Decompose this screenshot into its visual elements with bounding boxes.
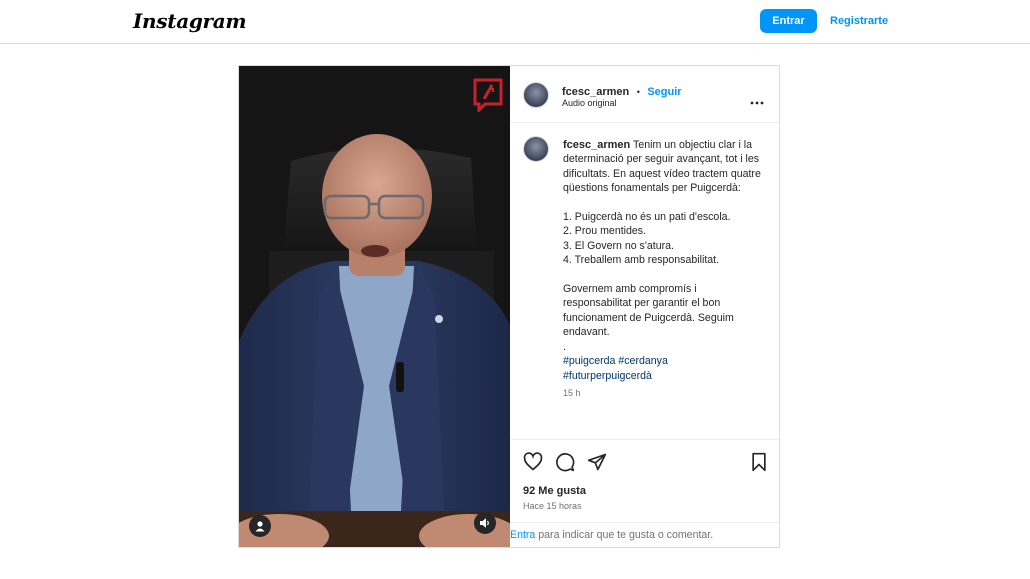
- channel-badge-icon: [473, 78, 503, 114]
- header-divider: [510, 122, 779, 123]
- login-prompt-text: para indicar que te gusta o comentar.: [535, 529, 714, 541]
- save-icon[interactable]: [750, 452, 768, 472]
- caption-point: 2. Prou mentides.: [563, 225, 647, 238]
- caption-dot: .: [563, 340, 566, 353]
- hashtag-link[interactable]: #futurperpuigcerdà: [563, 369, 763, 383]
- avatar[interactable]: [523, 82, 549, 108]
- top-bar: Instagram Entrar Registrarte: [0, 0, 1030, 44]
- post-caption: fcesc_armen Tenim un objectiu clar i la …: [563, 138, 763, 400]
- caption-point: 4. Treballem amb responsabilitat.: [563, 254, 720, 267]
- likes-count[interactable]: 92 Me gusta: [523, 485, 586, 497]
- comment-divider: [510, 522, 779, 523]
- volume-icon[interactable]: [474, 512, 496, 534]
- login-link[interactable]: Entra: [510, 529, 535, 541]
- post-card: fcesc_armen • Seguir Audio original fces…: [238, 65, 780, 548]
- signup-link[interactable]: Registrarte: [830, 9, 888, 33]
- post-timestamp: Hace 15 horas: [523, 501, 582, 511]
- username-link[interactable]: fcesc_armen: [562, 86, 629, 98]
- more-horizontal-icon[interactable]: [750, 92, 764, 105]
- instagram-logo[interactable]: Instagram: [133, 9, 247, 33]
- caption-point: 3. El Govern no s'atura.: [563, 239, 674, 252]
- user-tag-icon[interactable]: [249, 515, 271, 537]
- caption-time: 15 h: [563, 387, 581, 398]
- hashtag-link[interactable]: #puigcerda #cerdanya: [563, 354, 763, 368]
- audio-label[interactable]: Audio original: [562, 98, 617, 108]
- login-prompt: Entra para indicar que te gusta o coment…: [510, 529, 713, 541]
- actions-divider: [510, 439, 779, 440]
- share-icon[interactable]: [587, 452, 607, 472]
- comment-icon[interactable]: [555, 452, 575, 472]
- caption-closing: Governem amb compromís i responsabilitat…: [563, 283, 734, 339]
- video-player[interactable]: [239, 66, 510, 547]
- caption-username[interactable]: fcesc_armen: [563, 139, 630, 151]
- caption-avatar[interactable]: [523, 136, 549, 162]
- video-frame: [239, 66, 510, 547]
- like-icon[interactable]: [523, 452, 543, 472]
- login-button[interactable]: Entrar: [760, 9, 817, 33]
- caption-point: 1. Puigcerdà no és un pati d'escola.: [563, 211, 731, 224]
- separator-dot: •: [636, 87, 640, 97]
- follow-button[interactable]: Seguir: [647, 86, 681, 98]
- post-details-panel: fcesc_armen • Seguir Audio original fces…: [510, 66, 779, 547]
